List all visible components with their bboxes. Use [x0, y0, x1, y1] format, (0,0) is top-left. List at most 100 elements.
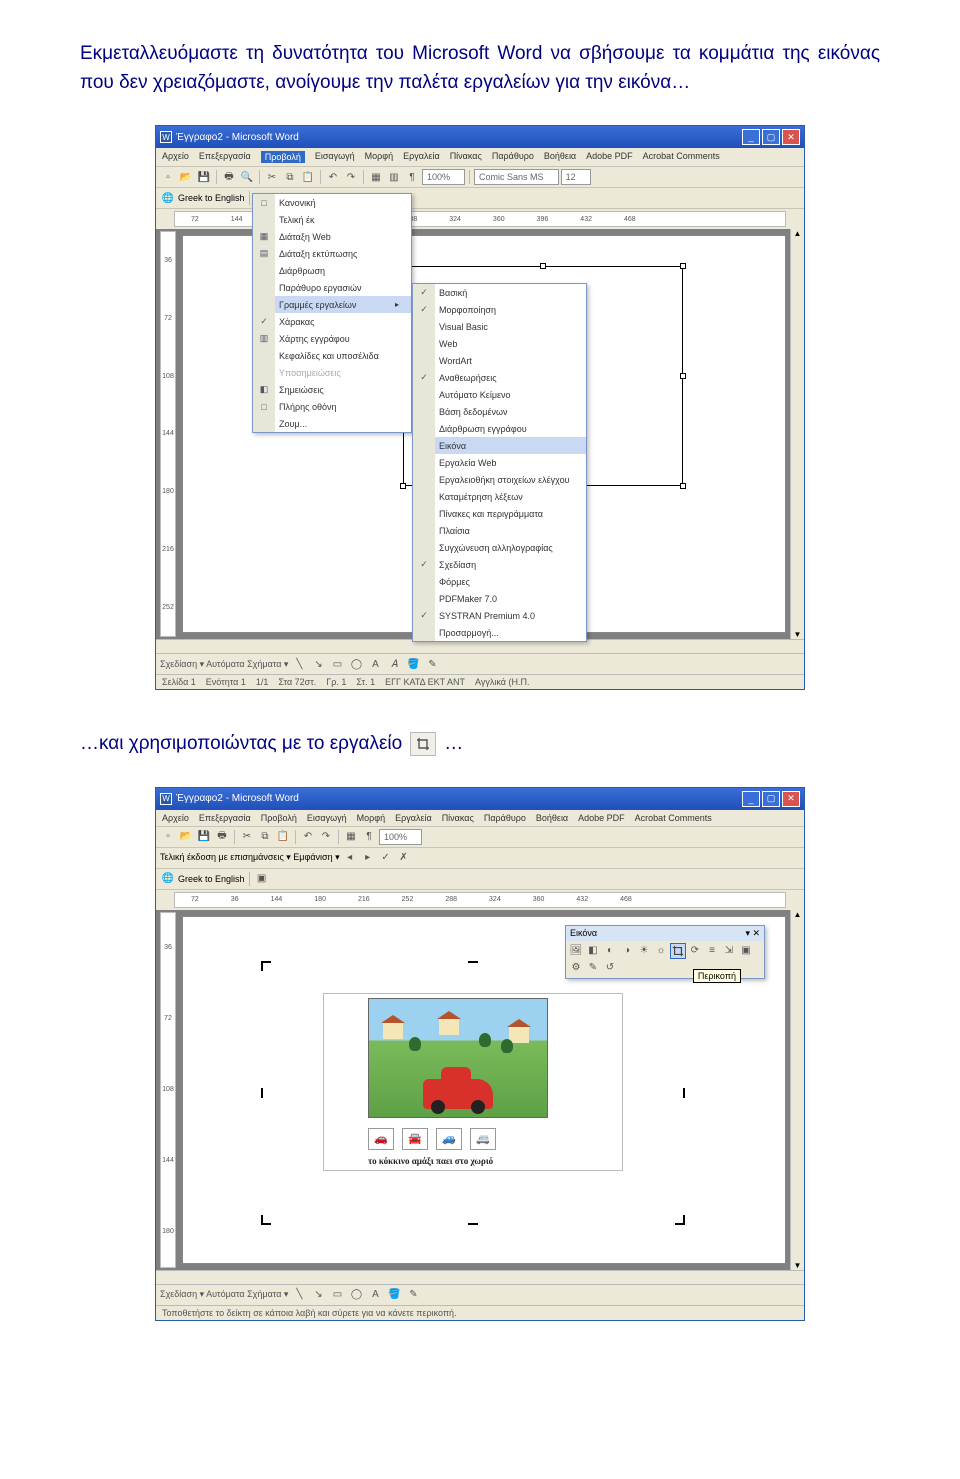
globe-icon[interactable]: 🌐 [160, 871, 176, 887]
translation-toolbar[interactable]: 🌐 Greek to English ▣ [156, 869, 804, 890]
menu-table[interactable]: Πίνακας [442, 813, 474, 823]
menu-file[interactable]: Αρχείο [162, 151, 189, 163]
zoom-field[interactable]: 100% [379, 829, 422, 845]
menu-adobe-pdf[interactable]: Adobe PDF [586, 151, 633, 163]
fill-color-icon[interactable]: 🪣 [386, 1287, 402, 1303]
submenu-item[interactable]: PDFMaker 7.0 [413, 590, 586, 607]
horizontal-scrollbar[interactable] [156, 1270, 804, 1284]
prev-change-icon[interactable]: ◂ [342, 850, 358, 866]
menu-view[interactable]: Προβολή [261, 813, 297, 823]
textbox-icon[interactable]: A [367, 656, 383, 672]
crop-tool-button[interactable] [670, 943, 686, 959]
menu-item[interactable]: ▦Διάταξη Web [253, 228, 411, 245]
arrow-icon[interactable]: ↘ [310, 656, 326, 672]
submenu-item[interactable]: ✓Βασική [413, 284, 586, 301]
menu-view[interactable]: Προβολή [261, 151, 305, 163]
menu-format[interactable]: Μορφή [365, 151, 393, 163]
cut-icon[interactable]: ✂ [239, 829, 255, 845]
copy-icon[interactable]: ⧉ [257, 829, 273, 845]
menu-item[interactable]: Υποσημειώσεις [253, 364, 411, 381]
menu-window[interactable]: Παράθυρο [492, 151, 534, 163]
minimize-button[interactable]: _ [742, 129, 760, 145]
menu-adobe-pdf[interactable]: Adobe PDF [578, 813, 625, 823]
translate-button[interactable]: Greek to English [178, 874, 245, 884]
line-style-icon[interactable]: ≡ [704, 943, 720, 959]
textbox-icon[interactable]: A [367, 1287, 383, 1303]
minimize-button[interactable]: _ [742, 791, 760, 807]
submenu-item[interactable]: Πλαίσια [413, 522, 586, 539]
new-doc-icon[interactable]: ▫ [160, 829, 176, 845]
more-contrast-icon[interactable]: ◐ [602, 943, 618, 959]
menu-edit[interactable]: Επεξεργασία [199, 813, 251, 823]
translate-button[interactable]: Greek to English [178, 193, 245, 203]
submenu-item[interactable]: Καταμέτρηση λέξεων [413, 488, 586, 505]
resize-handle[interactable] [540, 263, 546, 269]
more-brightness-icon[interactable]: ☀ [636, 943, 652, 959]
crop-handle[interactable] [675, 1088, 685, 1098]
open-icon[interactable]: 📂 [178, 169, 194, 185]
submenu-item[interactable]: WordArt [413, 352, 586, 369]
insert-picture-icon[interactable]: 🖼 [568, 943, 584, 959]
crop-handle[interactable] [468, 961, 478, 971]
paste-icon[interactable]: 📋 [300, 169, 316, 185]
next-change-icon[interactable]: ▸ [360, 850, 376, 866]
submenu-item[interactable]: Αυτόματο Κείμενο [413, 386, 586, 403]
submenu-item[interactable]: ✓SYSTRAN Premium 4.0 [413, 607, 586, 624]
menu-item[interactable]: ✓Χάρακας [253, 313, 411, 330]
view-menu-dropdown[interactable]: □ΚανονικήΤελική έκ▦Διάταξη Web▤Διάταξη ε… [252, 193, 412, 433]
table-icon[interactable]: ▦ [343, 829, 359, 845]
print-icon[interactable]: 🖶 [214, 829, 230, 845]
submenu-item[interactable]: Πίνακες και περιγράμματα [413, 505, 586, 522]
vertical-scrollbar[interactable]: ▲▼ [790, 910, 804, 1270]
paste-icon[interactable]: 📋 [275, 829, 291, 845]
submenu-item[interactable]: Προσαρμογή... [413, 624, 586, 641]
paragraph-icon[interactable]: ¶ [361, 829, 377, 845]
menu-item[interactable]: ▥Χάρτης εγγράφου [253, 330, 411, 347]
wrap-text-icon[interactable]: ▣ [738, 943, 754, 959]
zoom-field[interactable]: 100% [422, 169, 465, 185]
menu-item[interactable]: Κεφαλίδες και υποσέλιδα [253, 347, 411, 364]
close-button[interactable]: ✕ [782, 129, 800, 145]
menu-help[interactable]: Βοήθεια [536, 813, 568, 823]
font-size-field[interactable]: 12 [561, 169, 591, 185]
arrow-icon[interactable]: ↘ [310, 1287, 326, 1303]
draw-menu-button[interactable]: Σχεδίαση ▾ Αυτόματα Σχήματα ▾ [160, 659, 288, 670]
resize-handle[interactable] [680, 373, 686, 379]
submenu-item[interactable]: ✓Σχεδίαση [413, 556, 586, 573]
menu-edit[interactable]: Επεξεργασία [199, 151, 251, 163]
submenu-item[interactable]: Visual Basic [413, 318, 586, 335]
rect-icon[interactable]: ▭ [329, 656, 345, 672]
menu-help[interactable]: Βοήθεια [544, 151, 576, 163]
menu-window[interactable]: Παράθυρο [484, 813, 526, 823]
table-icon[interactable]: ▦ [368, 169, 384, 185]
line-icon[interactable]: ╲ [291, 1287, 307, 1303]
menu-insert[interactable]: Εισαγωγή [307, 813, 347, 823]
rotate-icon[interactable]: ⟳ [687, 943, 703, 959]
less-brightness-icon[interactable]: ☼ [653, 943, 669, 959]
reject-icon[interactable]: ✗ [396, 850, 412, 866]
revision-mode-dropdown[interactable]: Τελική έκδοση με επισημάνσεις ▾ Εμφάνιση… [160, 852, 340, 863]
submenu-item[interactable]: Εργαλεία Web [413, 454, 586, 471]
menu-format[interactable]: Μορφή [357, 813, 385, 823]
fill-color-icon[interactable]: 🪣 [405, 656, 421, 672]
undo-icon[interactable]: ↶ [300, 829, 316, 845]
undo-icon[interactable]: ↶ [325, 169, 341, 185]
menu-tools[interactable]: Εργαλεία [403, 151, 440, 163]
redo-icon[interactable]: ↷ [318, 829, 334, 845]
menu-file[interactable]: Αρχείο [162, 813, 189, 823]
crop-handle[interactable] [261, 1215, 271, 1225]
open-icon[interactable]: 📂 [178, 829, 194, 845]
new-doc-icon[interactable]: ▫ [160, 169, 176, 185]
standard-toolbar[interactable]: ▫ 📂 💾 🖶 ✂ ⧉ 📋 ↶ ↷ ▦ ¶ 100% [156, 827, 804, 848]
menu-table[interactable]: Πίνακας [450, 151, 482, 163]
standard-toolbar[interactable]: ▫ 📂 💾 🖶 🔍 ✂ ⧉ 📋 ↶ ↷ ▦ ▥ ¶ 100% Comic San… [156, 167, 804, 188]
print-icon[interactable]: 🖶 [221, 169, 237, 185]
submenu-item[interactable]: Συγχώνευση αλληλογραφίας [413, 539, 586, 556]
less-contrast-icon[interactable]: ◑ [619, 943, 635, 959]
resize-handle[interactable] [680, 483, 686, 489]
oval-icon[interactable]: ◯ [348, 1287, 364, 1303]
line-color-icon[interactable]: ✎ [405, 1287, 421, 1303]
submenu-item[interactable]: ✓Αναθεωρήσεις [413, 369, 586, 386]
accept-icon[interactable]: ✓ [378, 850, 394, 866]
menu-acrobat-comments[interactable]: Acrobat Comments [643, 151, 720, 163]
